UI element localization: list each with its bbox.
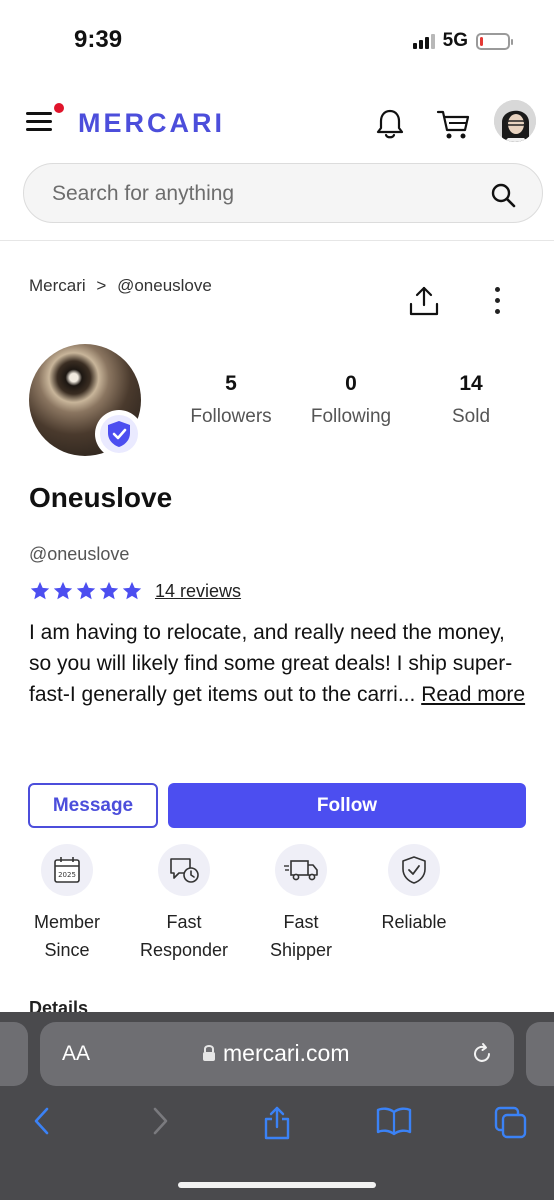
truck-icon (284, 860, 318, 881)
star-rating (29, 580, 143, 602)
more-options-icon[interactable] (488, 285, 508, 319)
status-bar: 9:39 5G (0, 0, 554, 80)
home-indicator[interactable] (178, 1182, 376, 1188)
reader-aa-button[interactable]: AA (62, 1042, 90, 1066)
back-icon[interactable] (32, 1106, 52, 1136)
verified-badge (95, 410, 143, 458)
following-label: Following (310, 406, 392, 427)
read-more-link[interactable]: Read more (421, 683, 525, 706)
battery-level (480, 36, 483, 46)
star-icon (122, 581, 142, 600)
star-icon (99, 581, 119, 600)
badge-label: Reliable (381, 912, 447, 932)
stat-sold: 14 Sold (411, 372, 531, 428)
sold-count: 14 (459, 372, 483, 395)
badge-reliable: Reliable (355, 844, 473, 936)
reviews-link[interactable]: 14 reviews (155, 581, 241, 602)
followers-label: Followers (190, 406, 272, 427)
url-text[interactable]: mercari.com (223, 1040, 350, 1067)
badge-icon-container: 2025 (41, 844, 93, 896)
share-icon[interactable] (408, 285, 440, 317)
badge-label: Fast Responder (139, 912, 229, 960)
badge-icon-container (275, 844, 327, 896)
bell-icon[interactable] (372, 106, 408, 142)
badge-label: Fast Shipper (269, 912, 333, 960)
stat-following[interactable]: 0 Following (291, 372, 411, 428)
cart-icon[interactable] (434, 106, 472, 142)
user-handle: @oneuslove (29, 544, 130, 564)
status-indicators: 5G (412, 30, 513, 52)
followers-count: 5 (225, 372, 237, 395)
network-label: 5G (442, 30, 468, 51)
bookmarks-icon[interactable] (376, 1106, 412, 1136)
verified-shield-icon (108, 421, 130, 447)
bio-text: I am having to relocate, and really need… (29, 617, 529, 710)
following-count: 0 (345, 372, 357, 395)
search-bar[interactable] (23, 163, 543, 223)
search-input[interactable] (52, 182, 472, 206)
breadcrumb: Mercari > @oneuslove (29, 276, 212, 296)
user-avatar[interactable] (494, 100, 536, 142)
breadcrumb-current: @oneuslove (117, 276, 212, 295)
next-tab-peek[interactable] (526, 1022, 554, 1086)
badge-icon-container (158, 844, 210, 896)
tabs-icon[interactable] (494, 1106, 528, 1140)
calendar-icon: 2025 (54, 857, 80, 883)
star-icon (30, 581, 50, 600)
star-icon (53, 581, 73, 600)
badge-icon-container (388, 844, 440, 896)
lock-icon (203, 1045, 215, 1061)
app-header: MERCARI (0, 92, 554, 154)
stat-followers[interactable]: 5 Followers (171, 372, 291, 428)
badge-fast-responder: Fast Responder (125, 844, 243, 964)
badge-member-since: 2025 Member Since (8, 844, 126, 964)
breadcrumb-separator: > (96, 276, 107, 295)
battery-icon (476, 32, 513, 50)
reload-icon[interactable] (470, 1042, 494, 1066)
browser-toolbar: AA mercari.com (0, 1012, 554, 1200)
star-icon (76, 581, 96, 600)
rating-row: 14 reviews (29, 580, 241, 602)
mercari-logo[interactable]: MERCARI (78, 108, 225, 139)
display-name: Oneuslove (29, 482, 173, 513)
signal-icon (412, 33, 435, 49)
breadcrumb-root[interactable]: Mercari (29, 276, 86, 295)
message-button[interactable]: Message (28, 783, 158, 828)
header-divider (0, 240, 554, 241)
address-bar[interactable]: AA mercari.com (40, 1022, 514, 1086)
search-icon[interactable] (490, 182, 516, 208)
notification-dot (54, 103, 64, 113)
forward-icon[interactable] (150, 1106, 170, 1136)
share-sheet-icon[interactable] (262, 1106, 292, 1140)
sold-label: Sold (451, 406, 491, 427)
status-time: 9:39 (74, 26, 123, 53)
previous-tab-peek[interactable] (0, 1022, 28, 1086)
follow-button[interactable]: Follow (168, 783, 526, 828)
menu-icon[interactable] (26, 112, 52, 132)
calendar-year: 2025 (58, 871, 76, 879)
badge-label: Member Since (33, 912, 100, 960)
badge-fast-shipper: Fast Shipper (242, 844, 360, 964)
chat-clock-icon (170, 858, 199, 883)
shield-check-icon (402, 856, 426, 884)
